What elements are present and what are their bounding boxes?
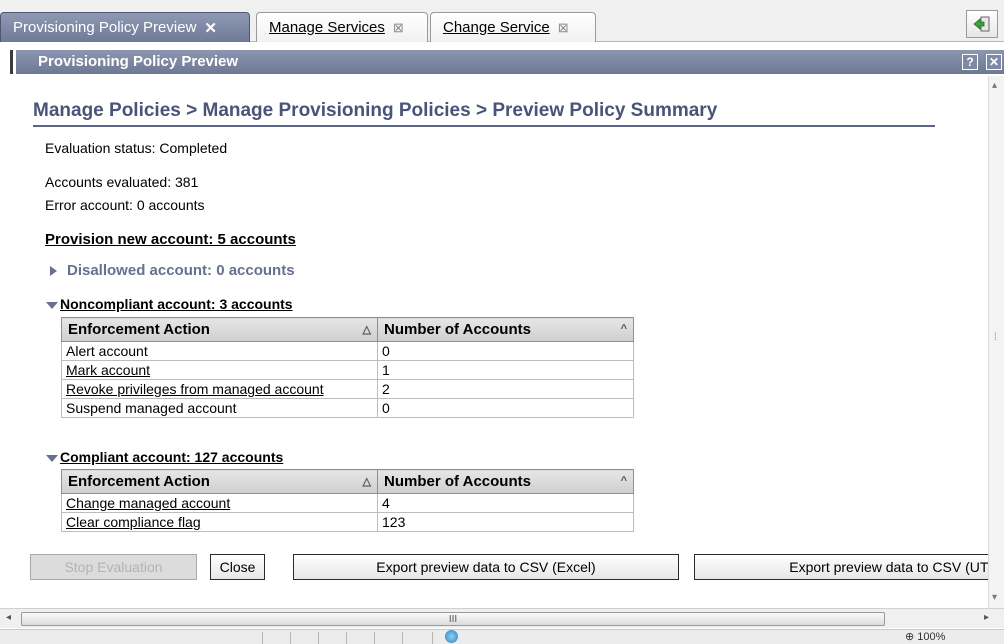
column-label: Enforcement Action: [68, 321, 210, 338]
count-cell: 2: [377, 379, 634, 399]
sort-icon[interactable]: ^: [621, 323, 627, 335]
action-link[interactable]: Change managed account: [61, 493, 378, 513]
horizontal-scrollbar[interactable]: ◂ III ▸: [0, 608, 1004, 628]
sort-ascending-icon[interactable]: △: [363, 323, 371, 336]
tab-bar: Provisioning Policy Preview ✕ Manage Ser…: [0, 0, 1004, 42]
evaluation-status: Evaluation status: Completed: [45, 140, 228, 156]
status-divider: [346, 632, 347, 644]
count-cell: 0: [377, 398, 634, 418]
close-tab-icon[interactable]: ✕: [204, 19, 217, 37]
table-row: Mark account 1: [61, 360, 634, 380]
expand-icon: [50, 265, 57, 276]
compliant-heading: Compliant account: 127 accounts: [60, 449, 284, 465]
scrollbar-thumb[interactable]: III: [21, 612, 885, 626]
noncompliant-table: Enforcement Action △ Number of Accounts …: [61, 317, 634, 418]
close-button[interactable]: Close: [210, 554, 265, 580]
tab-change-service[interactable]: Change Service ⊠: [430, 12, 596, 42]
internet-zone-icon: [445, 630, 458, 643]
scroll-left-icon[interactable]: ◂: [6, 612, 11, 623]
column-header-number-of-accounts[interactable]: Number of Accounts ^: [377, 317, 634, 342]
status-divider: [402, 632, 403, 644]
action-cell: Alert account: [61, 341, 378, 361]
collapse-icon: [46, 301, 58, 309]
status-divider: [432, 632, 433, 644]
disallowed-account-label: Disallowed account: 0 accounts: [67, 262, 295, 279]
column-header-number-of-accounts[interactable]: Number of Accounts ^: [377, 469, 634, 494]
close-panel-icon[interactable]: ✕: [986, 54, 1002, 70]
main-content: Manage Policies > Manage Provisioning Po…: [0, 76, 988, 606]
panel-frame: Provisioning Policy Preview ? ✕: [10, 50, 1004, 74]
count-cell: 123: [377, 512, 634, 532]
status-divider: [374, 632, 375, 644]
export-csv-excel-button[interactable]: Export preview data to CSV (Excel): [293, 554, 679, 580]
disallowed-account-toggle[interactable]: Disallowed account: 0 accounts: [50, 262, 295, 279]
accounts-evaluated: Accounts evaluated: 381: [45, 174, 199, 190]
sort-ascending-icon[interactable]: △: [363, 475, 371, 488]
compliant-section-toggle[interactable]: Compliant account: 127 accounts: [46, 449, 283, 465]
scroll-right-icon[interactable]: ▸: [984, 612, 989, 623]
tab-label: Manage Services: [269, 19, 385, 36]
scroll-up-icon[interactable]: ▴: [992, 80, 997, 91]
column-header-enforcement-action[interactable]: Enforcement Action △: [61, 469, 378, 494]
zoom-level[interactable]: ⊕ 100%: [905, 630, 945, 643]
table-row: Revoke privileges from managed account 2: [61, 379, 634, 399]
table-row: Clear compliance flag 123: [61, 512, 634, 532]
vertical-scrollbar[interactable]: ▴ ⁞ ▾: [988, 76, 1004, 608]
thumb-grip: III: [448, 613, 458, 625]
compliant-table: Enforcement Action △ Number of Accounts …: [61, 469, 634, 532]
column-header-enforcement-action[interactable]: Enforcement Action △: [61, 317, 378, 342]
column-label: Number of Accounts: [384, 473, 531, 490]
table-row: Alert account 0: [61, 341, 634, 361]
sort-icon[interactable]: ^: [621, 475, 627, 487]
status-divider: [318, 632, 319, 644]
panel-title-bar: Provisioning Policy Preview ? ✕: [16, 50, 1004, 74]
action-link[interactable]: Clear compliance flag: [61, 512, 378, 532]
noncompliant-heading: Noncompliant account: 3 accounts: [60, 296, 293, 312]
status-divider: [290, 632, 291, 644]
action-link[interactable]: Revoke privileges from managed account: [61, 379, 378, 399]
stop-evaluation-button[interactable]: Stop Evaluation: [30, 554, 197, 580]
collapse-icon: [46, 454, 58, 462]
tab-label: Change Service: [443, 19, 550, 36]
table-row: Suspend managed account 0: [61, 398, 634, 418]
exit-button[interactable]: [966, 10, 998, 38]
action-cell: Suspend managed account: [61, 398, 378, 418]
breadcrumb: Manage Policies > Manage Provisioning Po…: [33, 100, 935, 127]
column-label: Enforcement Action: [68, 473, 210, 490]
error-account: Error account: 0 accounts: [45, 197, 205, 213]
close-tab-icon[interactable]: ⊠: [393, 20, 404, 36]
count-cell: 4: [377, 493, 634, 513]
count-cell: 0: [377, 341, 634, 361]
column-label: Number of Accounts: [384, 321, 531, 338]
action-link[interactable]: Mark account: [61, 360, 378, 380]
tab-provisioning-policy-preview[interactable]: Provisioning Policy Preview ✕: [0, 12, 250, 42]
help-icon[interactable]: ?: [962, 54, 978, 70]
exit-icon: [973, 16, 990, 32]
table-row: Change managed account 4: [61, 493, 634, 513]
provision-new-account-link[interactable]: Provision new account: 5 accounts: [45, 231, 296, 248]
scroll-grip-icon: ⁞: [994, 332, 997, 343]
tab-label: Provisioning Policy Preview: [13, 19, 197, 36]
close-tab-icon[interactable]: ⊠: [558, 20, 569, 36]
tab-manage-services[interactable]: Manage Services ⊠: [256, 12, 428, 42]
panel-title: Provisioning Policy Preview: [38, 53, 239, 70]
export-csv-utf-button[interactable]: Export preview data to CSV (UTF: [694, 554, 988, 580]
status-divider: [262, 632, 263, 644]
status-bar: ⊕ 100%: [0, 629, 1004, 644]
count-cell: 1: [377, 360, 634, 380]
scroll-down-icon[interactable]: ▾: [992, 592, 997, 603]
noncompliant-section-toggle[interactable]: Noncompliant account: 3 accounts: [46, 296, 293, 312]
